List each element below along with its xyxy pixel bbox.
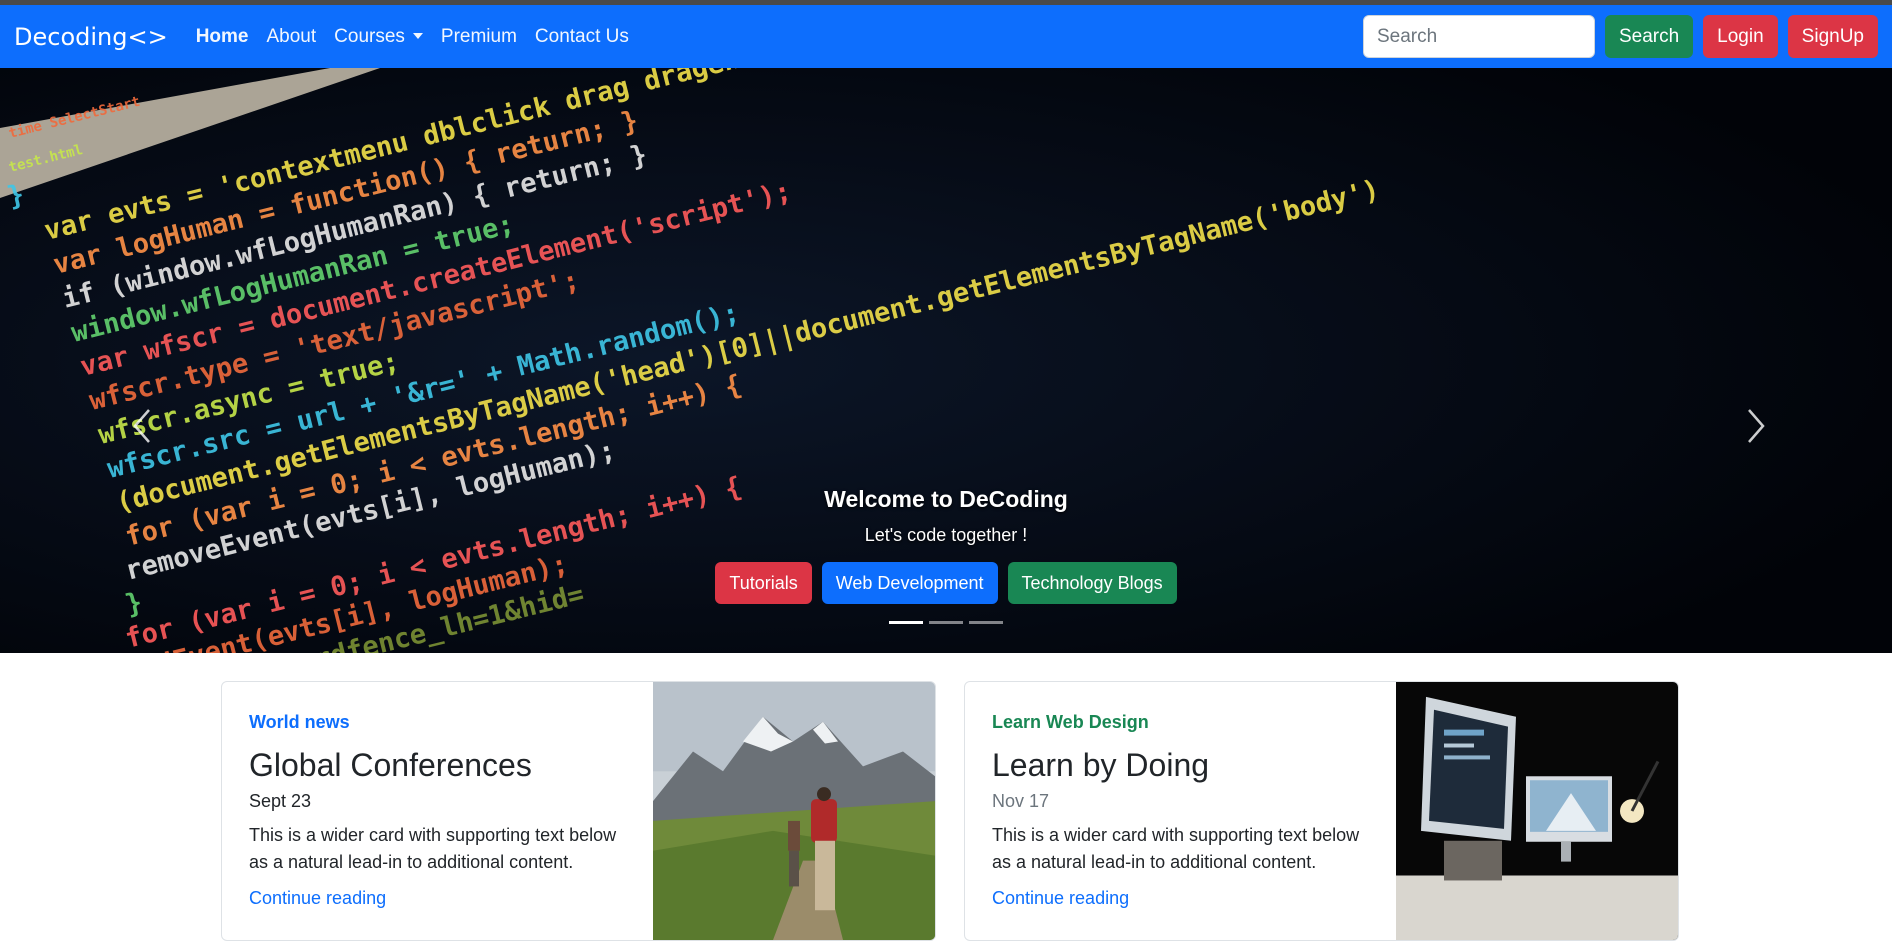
card-category: Learn Web Design — [992, 712, 1149, 732]
featured-card: Learn Web Design Learn by Doing Nov 17 T… — [964, 681, 1679, 941]
nav-link-home[interactable]: Home — [196, 26, 249, 48]
card-body: World news Global Conferences Sept 23 Th… — [222, 682, 653, 940]
continue-reading-link[interactable]: Continue reading — [249, 888, 386, 908]
tutorials-button[interactable]: Tutorials — [715, 562, 812, 604]
carousel-next-icon[interactable] — [1746, 408, 1766, 444]
card-image-mountain-hikers — [653, 682, 935, 940]
carousel-indicators — [0, 621, 1892, 624]
card-text: This is a wider card with supporting tex… — [249, 825, 617, 872]
nav-links: Home About Courses Premium Contact Us — [196, 26, 629, 48]
featured-card: World news Global Conferences Sept 23 Th… — [221, 681, 936, 941]
carousel-caption: Welcome to DeCoding Let's code together … — [0, 486, 1892, 604]
nav-actions: Search Login SignUp — [1362, 15, 1878, 58]
technology-blogs-button[interactable]: Technology Blogs — [1007, 562, 1177, 604]
carousel-title: Welcome to DeCoding — [824, 486, 1068, 512]
hero-carousel: time SelectStart test.html}var evts = 'c… — [0, 68, 1892, 653]
carousel-indicator[interactable] — [969, 621, 1003, 624]
carousel-indicator[interactable] — [929, 621, 963, 624]
login-button[interactable]: Login — [1703, 15, 1778, 58]
search-button[interactable]: Search — [1604, 15, 1694, 58]
carousel-buttons: Tutorials Web Development Technology Blo… — [0, 562, 1892, 604]
featured-cards: World news Global Conferences Sept 23 Th… — [221, 681, 1679, 941]
card-title: Global Conferences — [249, 747, 532, 783]
nav-link-courses[interactable]: Courses — [334, 26, 423, 48]
nav-link-premium[interactable]: Premium — [441, 26, 517, 48]
continue-reading-link[interactable]: Continue reading — [992, 888, 1129, 908]
carousel-indicator[interactable] — [889, 621, 923, 624]
signup-button[interactable]: SignUp — [1787, 15, 1878, 58]
navbar: Decoding<> Home About Courses Premium Co… — [0, 5, 1892, 68]
nav-link-courses-label: Courses — [334, 25, 405, 47]
carousel-prev-icon[interactable] — [132, 408, 152, 444]
nav-link-about[interactable]: About — [267, 26, 317, 48]
caret-down-icon — [412, 33, 423, 40]
card-title: Learn by Doing — [992, 747, 1210, 783]
card-body: Learn Web Design Learn by Doing Nov 17 T… — [965, 682, 1396, 940]
search-input[interactable] — [1362, 15, 1595, 58]
carousel-subtitle: Let's code together ! — [864, 525, 1028, 545]
web-development-button[interactable]: Web Development — [821, 562, 998, 604]
nav-link-contact[interactable]: Contact Us — [535, 26, 629, 48]
brand-logo[interactable]: Decoding<> — [14, 23, 168, 51]
card-text: This is a wider card with supporting tex… — [992, 825, 1360, 872]
card-category: World news — [249, 712, 350, 732]
card-date: Sept 23 — [249, 791, 312, 811]
card-date: Nov 17 — [992, 791, 1050, 811]
card-image-computer-desk — [1396, 682, 1678, 940]
